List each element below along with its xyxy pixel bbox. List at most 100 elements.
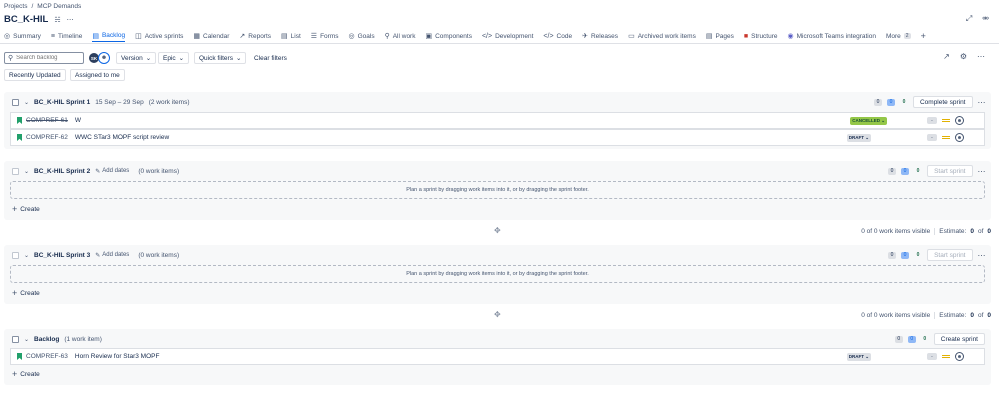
tab-teams[interactable]: ◉ Microsoft Teams integration [788,30,876,42]
add-tab-icon[interactable]: + [921,30,926,42]
sprint-3-header[interactable]: ⌄ BC_K-HIL Sprint 3 ✎ Add dates (0 work i… [4,245,991,265]
sprint-1-panel: ⌄ BC_K-HIL Sprint 1 15 Sep – 29 Sep (2 w… [4,92,991,149]
create-button[interactable]: + Create [12,204,40,214]
insights-icon[interactable]: ↗ [943,52,950,61]
version-filter[interactable]: Version ⌄ [116,52,157,64]
tab-backlog[interactable]: ▤ Backlog [92,30,126,42]
create-button[interactable]: + Create [12,369,40,379]
tab-reports[interactable]: ↗ Reports [239,30,271,42]
components-icon: ▣ [425,33,433,40]
search-input[interactable] [16,55,81,61]
edit-icon: ✎ [95,168,101,175]
share-icon[interactable]: ⚮ [982,14,989,24]
todo-count: 0 [873,98,882,106]
more-actions-icon[interactable]: ⋯ [67,16,74,24]
epic-filter[interactable]: Epic ⌄ [158,52,190,64]
tab-all-work[interactable]: ⚲ All work [385,30,416,42]
more-icon[interactable]: ⋯ [978,98,986,107]
sprint-2-footer: 0 of 0 work items visible Estimate: 0 of… [861,228,991,235]
list-item[interactable]: COMPREF-61 W CANCELLED ⌄ - ☻ [10,112,985,129]
estimate-field[interactable]: - [927,134,937,141]
sprint-dates: 15 Sep – 29 Sep [95,98,144,106]
header-actions: ⤢ ⚮ [966,14,989,24]
issue-key[interactable]: COMPREF-62 [26,134,68,141]
start-sprint-button[interactable]: Start sprint [927,249,973,261]
assigned-to-me-filter[interactable]: Assigned to me [70,69,125,81]
select-checkbox[interactable] [12,98,19,106]
chevron-down-icon[interactable]: ⌄ [24,99,29,106]
assignee-icon[interactable]: ☻ [955,133,964,142]
add-dates-button[interactable]: ✎ Add dates [95,252,129,259]
tab-components[interactable]: ▣ Components [425,30,471,42]
done-count: 0 [916,168,920,174]
all-work-icon: ⚲ [384,33,390,40]
recently-updated-filter[interactable]: Recently Updated [4,69,66,81]
tab-calendar[interactable]: ▦ Calendar [193,30,229,42]
estimate-total: 0 [987,312,991,319]
add-dates-button[interactable]: ✎ Add dates [95,168,129,175]
tab-development[interactable]: </> Development [482,30,533,42]
select-checkbox[interactable] [12,251,19,259]
tab-summary[interactable]: ◎ Summary [4,30,41,42]
create-button[interactable]: + Create [12,288,40,298]
issue-key[interactable]: COMPREF-63 [26,353,68,360]
globe-icon: ◎ [4,33,11,40]
more-icon[interactable]: ⋯ [978,251,986,260]
create-sprint-button[interactable]: Create sprint [933,333,985,345]
user-avatar-icon[interactable]: ☻ [98,52,110,64]
status-badge[interactable]: DRAFT ⌄ [846,133,871,142]
status-badge[interactable]: DRAFT ⌄ [846,352,871,361]
list-item[interactable]: COMPREF-62 WWC STar3 MOPF script review … [10,129,985,146]
backlog-panel: ⌄ Backlog (1 work item) 0 0 0 Create spr… [4,329,991,385]
status-badge[interactable]: CANCELLED ⌄ [850,116,887,125]
drag-handle-icon[interactable]: ✥ [494,226,501,235]
priority-medium-icon [942,118,950,123]
issue-meta: DRAFT ⌄ - ☻ [846,352,964,361]
select-checkbox[interactable] [12,335,19,343]
sprint-drop-zone[interactable]: Plan a sprint by dragging work items int… [10,181,985,199]
team-icon[interactable]: ☵ [54,16,60,24]
backlog-header[interactable]: ⌄ Backlog (1 work item) [4,329,991,349]
list-item[interactable]: COMPREF-63 Horn Review for Star3 MOPF DR… [10,348,985,365]
estimate-field[interactable]: - [927,353,937,360]
tab-forms[interactable]: ☰ Forms [311,30,339,42]
drag-handle-icon[interactable]: ✥ [494,310,501,319]
tab-list[interactable]: ▤ List [281,30,301,42]
sprint-drop-zone[interactable]: Plan a sprint by dragging work items int… [10,265,985,283]
assignee-icon[interactable]: ☻ [955,116,964,125]
tab-releases[interactable]: ✈ Releases [582,30,618,42]
tab-archived[interactable]: ▭ Archived work items [628,30,696,42]
assignee-icon[interactable]: ☻ [955,352,964,361]
estimate-field[interactable]: - [927,117,937,124]
in-progress-count: 0 [901,251,910,259]
fullscreen-icon[interactable]: ⤢ [966,14,972,24]
more-icon[interactable]: ⋯ [978,167,986,176]
tab-active-sprints[interactable]: ◫ Active sprints [135,30,183,42]
breadcrumb-project[interactable]: MCP Demands [37,3,81,10]
code-icon: </> [543,32,554,40]
tab-timeline[interactable]: ≡ Timeline [51,30,82,42]
select-checkbox[interactable] [12,167,19,175]
tab-structure[interactable]: ■ Structure [744,30,778,42]
tab-pages[interactable]: ▤ Pages [706,30,734,42]
start-sprint-button[interactable]: Start sprint [927,165,973,177]
chevron-down-icon[interactable]: ⌄ [24,252,29,259]
sprint-1-header[interactable]: ⌄ BC_K-HIL Sprint 1 15 Sep – 29 Sep (2 w… [4,92,991,112]
breadcrumb-projects[interactable]: Projects [4,3,27,10]
clear-filters-button[interactable]: Clear filters [250,52,291,64]
search-box[interactable]: ⚲ [4,52,84,64]
chevron-down-icon[interactable]: ⌄ [24,336,29,343]
teams-icon: ◉ [787,33,794,40]
tab-goals[interactable]: ◎ Goals [348,30,374,42]
more-icon[interactable]: ⋯ [977,52,985,61]
tab-more[interactable]: More 2 [886,30,911,42]
tab-code[interactable]: </> Code [543,30,572,42]
sprint-2-header[interactable]: ⌄ BC_K-HIL Sprint 2 ✎ Add dates (0 work i… [4,161,991,181]
chevron-down-icon[interactable]: ⌄ [24,168,29,175]
backlog-count: (1 work item) [64,335,102,343]
view-settings-icon[interactable]: ⚙ [960,52,967,61]
quick-filters-button[interactable]: Quick filters ⌄ [194,52,247,64]
issue-key[interactable]: COMPREF-61 [26,117,68,124]
complete-sprint-button[interactable]: Complete sprint [912,96,973,108]
forms-icon: ☰ [310,33,318,40]
